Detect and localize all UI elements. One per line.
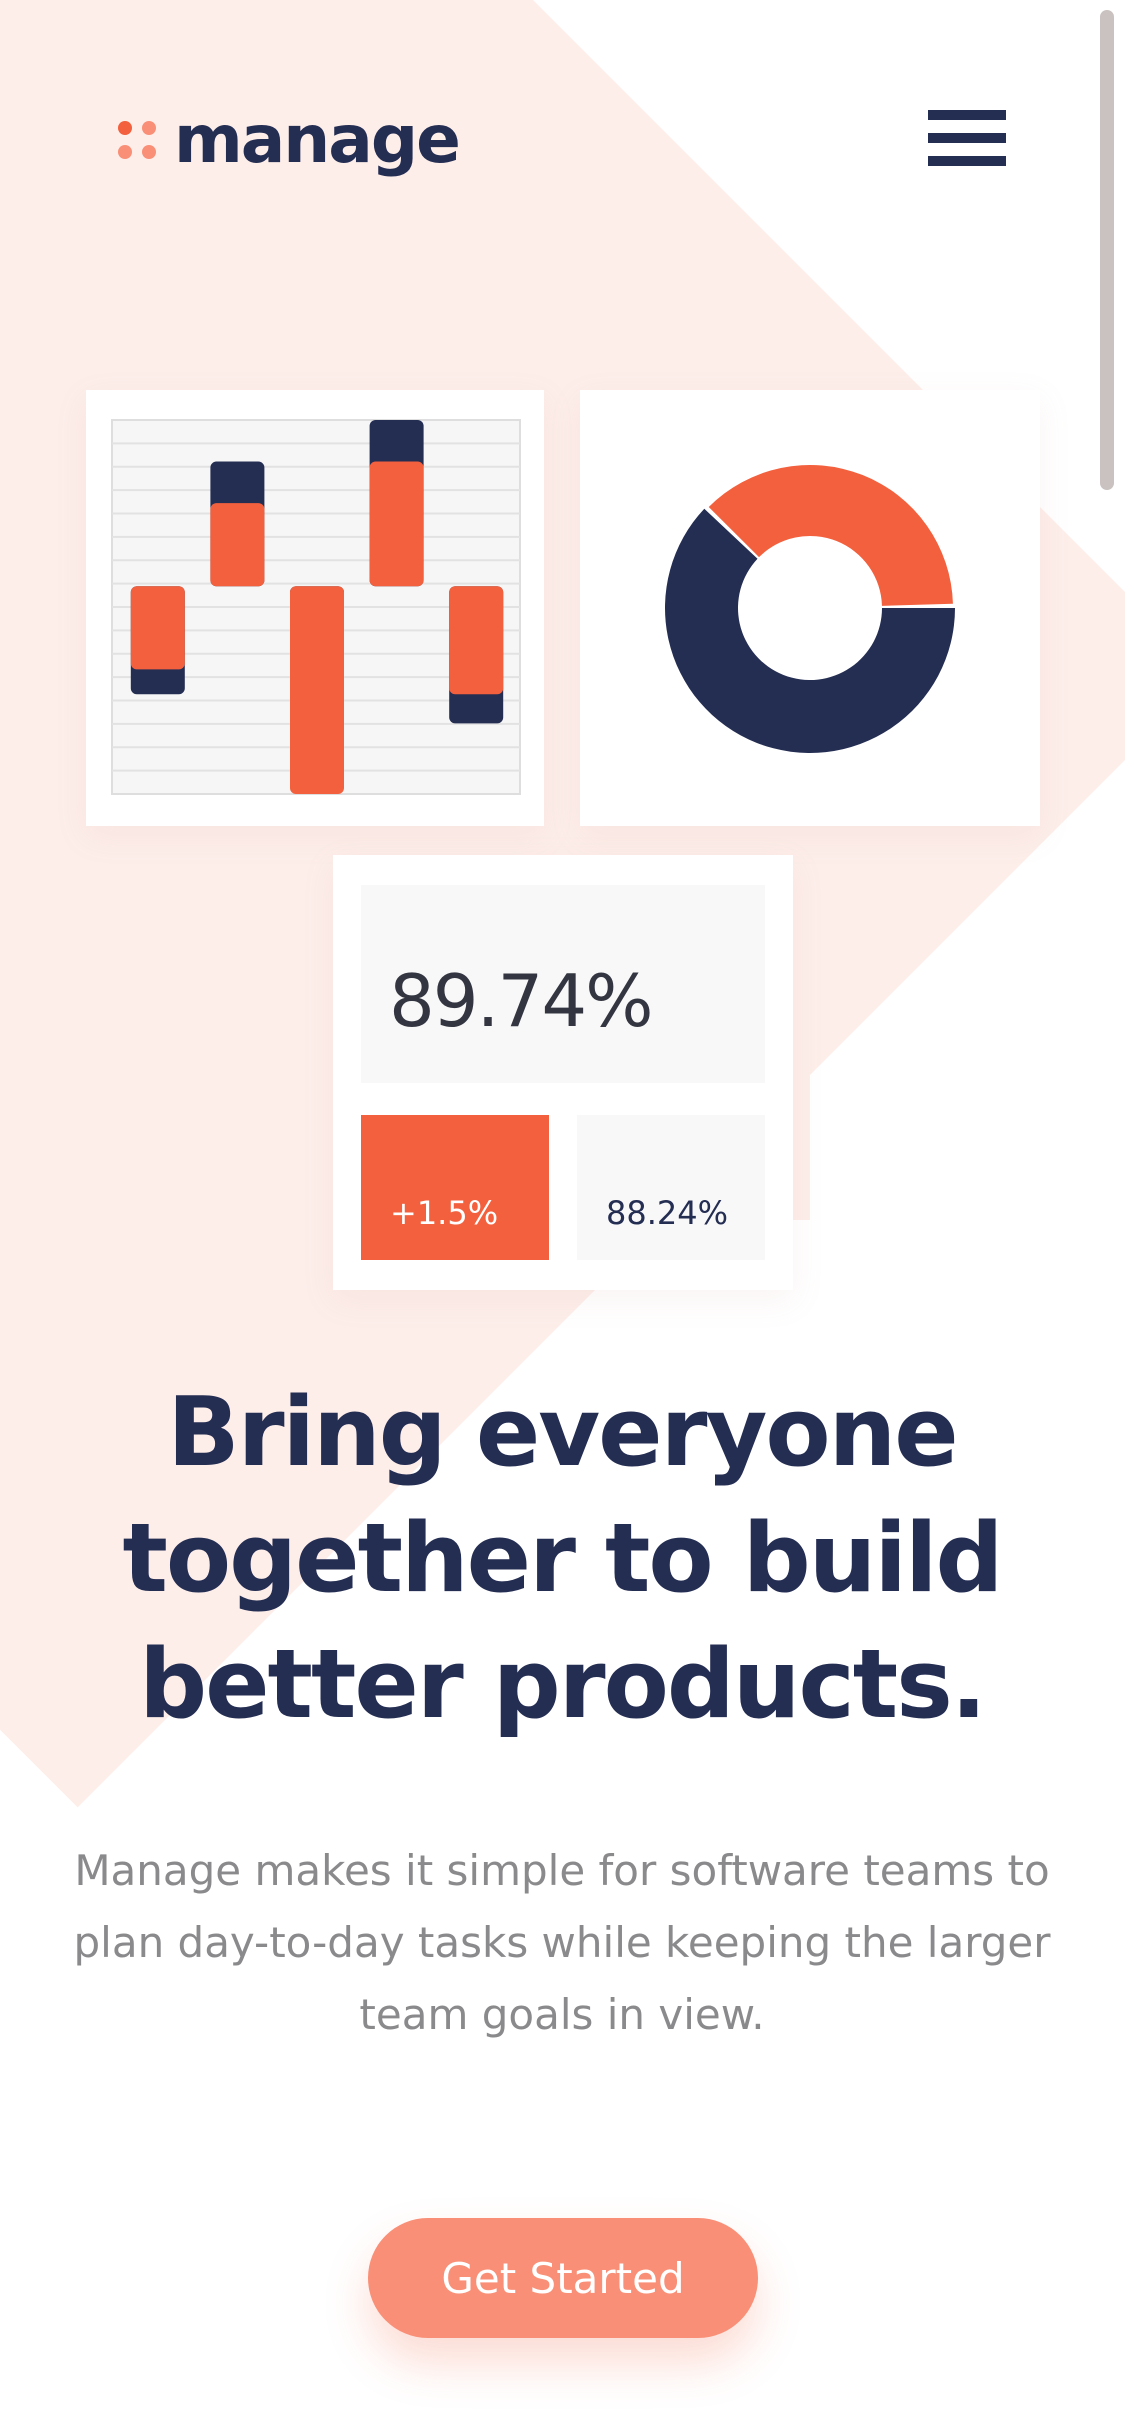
logo[interactable]: manage bbox=[118, 100, 461, 180]
hero-headline: Bring everyone together to build better … bbox=[122, 1378, 1003, 1740]
brand-name: manage bbox=[174, 101, 461, 178]
stat-alt-value: 88.24% bbox=[606, 1194, 729, 1232]
bar-2-series-1 bbox=[210, 503, 265, 587]
stats-card: 89.74% +1.5% 88.24% bbox=[333, 855, 793, 1290]
hero-description: Manage makes it simple for software team… bbox=[73, 1846, 1051, 2039]
stat-change-value: +1.5% bbox=[390, 1194, 499, 1232]
header: manage bbox=[0, 0, 1125, 280]
donut-chart bbox=[665, 465, 955, 753]
bar-1-series-1 bbox=[130, 586, 185, 670]
bar-3-series-1 bbox=[290, 586, 344, 794]
donut-slice-2 bbox=[708, 465, 953, 606]
bar-4-series-1 bbox=[369, 461, 424, 587]
stat-change-panel: +1.5% bbox=[361, 1115, 549, 1260]
stat-main-panel: 89.74% bbox=[361, 885, 765, 1083]
get-started-button[interactable]: Get Started bbox=[368, 2218, 758, 2338]
bar-chart-card bbox=[86, 390, 544, 826]
logo-dots-icon bbox=[118, 121, 156, 159]
donut-chart-card bbox=[580, 390, 1040, 826]
hamburger-menu-icon[interactable] bbox=[928, 110, 1006, 166]
stat-alt-panel: 88.24% bbox=[577, 1115, 765, 1260]
bar-chart bbox=[111, 419, 521, 795]
scrollbar[interactable] bbox=[1100, 10, 1114, 490]
stat-main-value: 89.74% bbox=[389, 959, 654, 1043]
bar-5-series-1 bbox=[449, 586, 504, 695]
